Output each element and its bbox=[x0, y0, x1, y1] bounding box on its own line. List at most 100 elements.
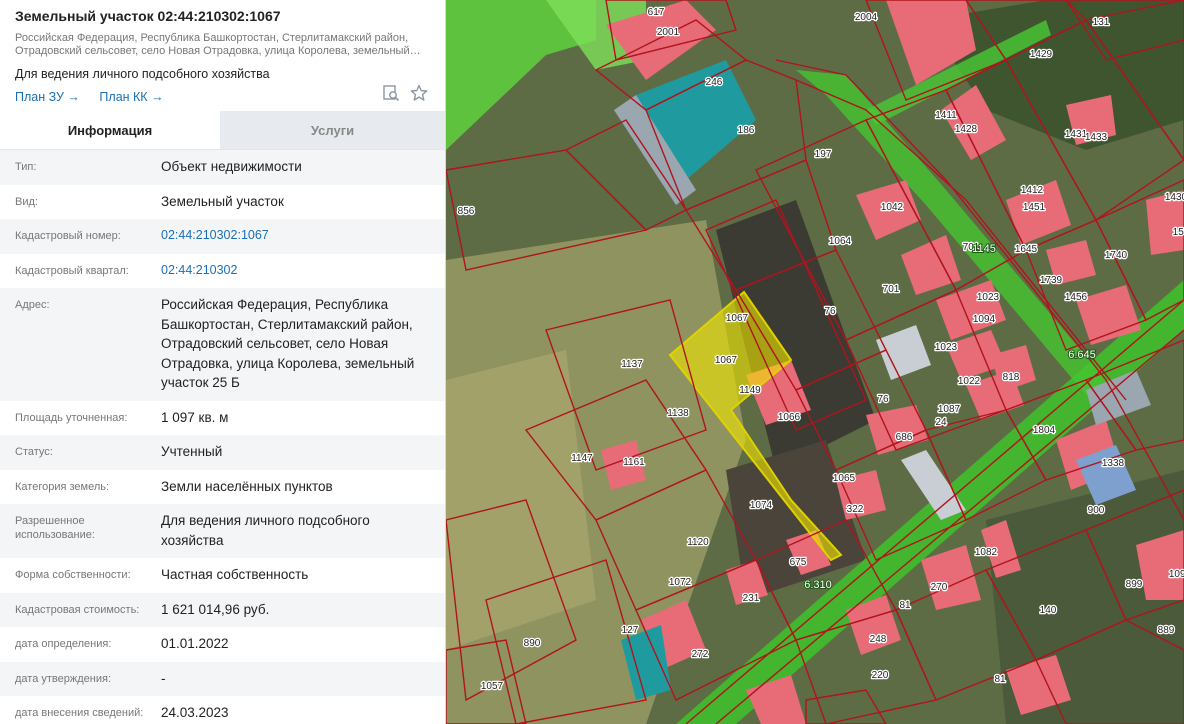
parcel-label: 186 bbox=[738, 125, 755, 136]
field-value: Земли населённых пунктов bbox=[161, 478, 333, 494]
field-label: дата утверждения: bbox=[15, 672, 112, 685]
field-label: Форма собственности: bbox=[15, 569, 131, 581]
parcel-label: 76 bbox=[877, 394, 889, 405]
field-label: дата определения: bbox=[15, 638, 112, 650]
tab-information[interactable]: Информация bbox=[0, 111, 220, 149]
plan-zu-link[interactable]: План ЗУ → bbox=[15, 90, 80, 104]
page-title: Земельный участок 02:44:210302:1067 bbox=[15, 8, 281, 24]
field-value: Для ведения личного подсобного хозяйства bbox=[161, 513, 370, 548]
field-value: 01.01.2022 bbox=[161, 636, 229, 651]
parcel-label: 127 bbox=[622, 625, 639, 636]
parcel-label: 1087 bbox=[938, 404, 961, 415]
parcel-label: 1096 bbox=[1169, 569, 1184, 580]
field-row-cadastral-value: Кадастровая стоимость: 1 621 014,96 руб. bbox=[0, 592, 445, 627]
field-row-address: Адрес: Российская Федерация, Республика Б… bbox=[0, 288, 445, 401]
plan-kk-link[interactable]: План КК → bbox=[99, 90, 163, 104]
property-fields: Тип: Объект недвижимости Вид: Земельный уч… bbox=[0, 150, 445, 724]
parcel-label: 1149 bbox=[739, 385, 761, 396]
cadastral-quarter-link[interactable]: 02:44:210302 bbox=[161, 254, 430, 289]
cadastral-map[interactable]: 617 2001 2004 131 1429 246 186 1411 1428 1431 1433… bbox=[446, 0, 1184, 724]
road-label: 1145 bbox=[972, 243, 996, 255]
field-row-ownership: Форма собственности: Частная собственност… bbox=[0, 558, 445, 593]
parcel-label: 889 bbox=[1158, 625, 1175, 636]
parcel-label: 1022 bbox=[958, 376, 981, 387]
parcel-label: 81 bbox=[899, 600, 911, 611]
parcel-label: 1023 bbox=[935, 342, 958, 353]
field-row-type: Тип: Объект недвижимости bbox=[0, 150, 445, 185]
parcel-label: 270 bbox=[931, 582, 948, 593]
field-value: Российская Федерация, Республика Башкорт… bbox=[161, 297, 415, 390]
parcel-label: 890 bbox=[524, 638, 541, 649]
parcel-label: 1412 bbox=[1021, 185, 1044, 196]
star-icon[interactable] bbox=[410, 84, 428, 102]
parcel-label: 1072 bbox=[669, 577, 692, 588]
parcel-label: 24 bbox=[935, 417, 947, 428]
parcel-label: 1067 bbox=[726, 313, 749, 324]
field-value: 1 621 014,96 руб. bbox=[161, 601, 270, 617]
map-canvas[interactable]: 61720012004 131142924618614111428 14311433… bbox=[446, 0, 1184, 724]
parcel-label: 818 bbox=[1003, 372, 1020, 383]
field-row-permitted-use: Разрешенное использование: Для ведения ли… bbox=[0, 504, 445, 558]
parcel-label: 900 bbox=[1088, 505, 1105, 516]
parcel-label: 231 bbox=[743, 593, 760, 604]
parcel-label: 248 bbox=[870, 634, 887, 645]
parcel-label: 1739 bbox=[1040, 275, 1063, 286]
field-row-area: Площадь уточненная: 1 097 кв. м bbox=[0, 400, 445, 435]
field-row-determination-date: дата определения: 01.01.2022 bbox=[0, 627, 445, 662]
parcel-label: 1740 bbox=[1105, 250, 1128, 261]
parcel-label: 1645 bbox=[1015, 244, 1038, 255]
field-value: 24.03.2023 bbox=[161, 705, 229, 720]
road-label: 6.645 bbox=[1068, 349, 1096, 361]
parcel-label: 322 bbox=[847, 504, 864, 515]
parcel-label: 1065 bbox=[833, 473, 856, 484]
address-preview: Российская Федерация, Республика Башкорт… bbox=[15, 32, 421, 57]
field-label: Кадастровый квартал: bbox=[15, 264, 129, 277]
parcel-label: 1057 bbox=[481, 681, 504, 692]
tab-services[interactable]: Услуги bbox=[220, 111, 445, 149]
parcel-label: 1064 bbox=[829, 236, 852, 247]
parcel-label: 1067 bbox=[715, 355, 738, 366]
road-label: 6.310 bbox=[804, 579, 832, 591]
parcel-label: 1161 bbox=[623, 457, 645, 468]
cadastral-number-link[interactable]: 02:44:210302:1067 bbox=[161, 219, 430, 254]
info-panel: Земельный участок 02:44:210302:1067 Росс… bbox=[0, 0, 446, 724]
field-label: Разрешенное использование: bbox=[15, 515, 95, 541]
field-label: Тип: bbox=[15, 161, 37, 173]
parcel-label: 686 bbox=[896, 432, 913, 443]
field-label: Категория земель: bbox=[15, 480, 110, 493]
parcel-label: 1804 bbox=[1033, 425, 1056, 436]
field-value: - bbox=[161, 670, 166, 686]
panel-header: Земельный участок 02:44:210302:1067 Росс… bbox=[0, 0, 445, 111]
parcel-label: 1066 bbox=[778, 412, 801, 423]
field-label: Площадь уточненная: bbox=[15, 411, 128, 424]
field-row-approval-date: дата утверждения: - bbox=[0, 661, 445, 696]
parcel-label: 140 bbox=[1040, 605, 1057, 616]
purpose-text: Для ведения личного подсобного хозяйства bbox=[15, 67, 270, 81]
field-label: Статус: bbox=[15, 446, 53, 458]
parcel-label: 220 bbox=[872, 670, 889, 681]
plan-links: План ЗУ → План КК → bbox=[15, 90, 430, 104]
parcel-label: 1137 bbox=[621, 359, 643, 370]
parcel-label: 1451 bbox=[1023, 202, 1046, 213]
field-label: Кадастровый номер: bbox=[15, 230, 121, 242]
parcel-label: 2004 bbox=[855, 12, 878, 23]
parcel-label: 1147 bbox=[571, 453, 593, 464]
parcel-label: 1023 bbox=[977, 292, 1000, 303]
field-label: Адрес: bbox=[15, 299, 50, 311]
parcel-label: 1042 bbox=[881, 202, 904, 213]
parcel-label: 1074 bbox=[750, 500, 773, 511]
parcel-label: 675 bbox=[790, 557, 807, 568]
field-label: Вид: bbox=[15, 195, 38, 208]
parcel-label: 1456 bbox=[1065, 292, 1088, 303]
field-value: Частная собственность bbox=[161, 567, 309, 582]
parcel-label: 1428 bbox=[955, 124, 978, 135]
map-search-icon[interactable] bbox=[382, 84, 400, 102]
parcel-label: 1094 bbox=[973, 314, 996, 325]
field-row-land-category: Категория земель: Земли населённых пункто… bbox=[0, 469, 445, 504]
parcel-label: 1429 bbox=[1030, 49, 1053, 60]
parcel-label: 1120 bbox=[687, 537, 709, 548]
field-row-entry-date: дата внесения сведений: 24.03.2023 bbox=[0, 696, 445, 724]
parcel-label: 1338 bbox=[1102, 458, 1125, 469]
field-value: 1 097 кв. м bbox=[161, 409, 229, 425]
parcel-label: 81 bbox=[994, 674, 1006, 685]
